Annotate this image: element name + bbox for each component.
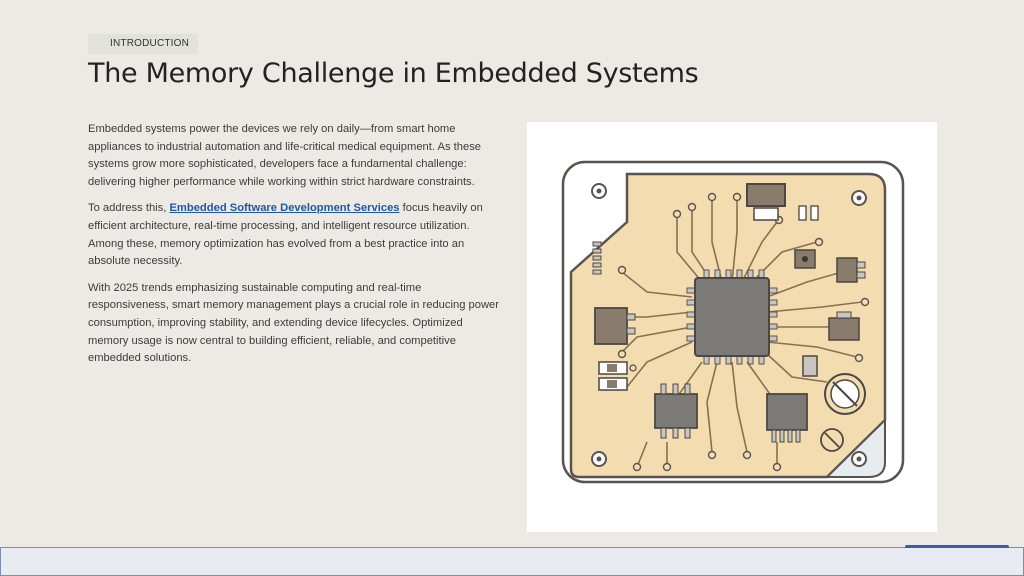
circuit-board-icon [561, 160, 905, 484]
page-title: The Memory Challenge in Embedded Systems [88, 58, 699, 89]
paragraph-services: To address this, Embedded Software Devel… [88, 200, 500, 271]
paragraph-intro: Embedded systems power the devices we re… [88, 123, 482, 189]
paragraph-services-lead: To address this, [88, 202, 170, 215]
circuit-board-image [527, 122, 937, 532]
section-label: INTRODUCTION [88, 34, 199, 54]
embedded-services-link[interactable]: Embedded Software Development Services [169, 202, 399, 214]
bottom-bar-tab[interactable] [905, 545, 1009, 548]
body-text: Embedded systems power the devices we re… [88, 121, 500, 377]
paragraph-trends: With 2025 trends emphasizing sustainable… [88, 281, 500, 365]
bottom-bar [0, 545, 1024, 576]
